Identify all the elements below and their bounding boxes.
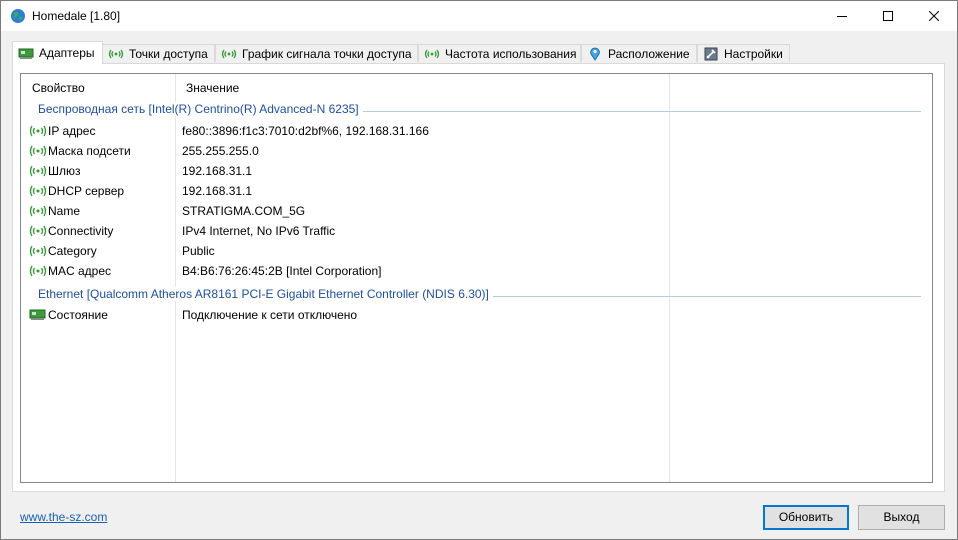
property-name: IP адрес (48, 124, 95, 138)
tab-label: Адаптеры (39, 46, 95, 60)
list-item[interactable]: Шлюз 192.168.31.1 (21, 161, 932, 181)
property-value: Подключение к сети отключено (182, 308, 357, 322)
property-name: Name (48, 204, 80, 218)
property-name: Состояние (48, 308, 108, 322)
exit-button[interactable]: Выход (858, 505, 945, 530)
property-name: Шлюз (48, 164, 81, 178)
list-item[interactable]: DHCP сервер 192.168.31.1 (21, 181, 932, 201)
property-name: Маска подсети (48, 144, 131, 158)
signal-icon (108, 47, 124, 61)
maximize-icon (883, 11, 893, 21)
tab-label: Настройки (724, 47, 783, 61)
list-item[interactable]: Маска подсети 255.255.255.0 (21, 141, 932, 161)
list-item[interactable]: Connectivity IPv4 Internet, No IPv6 Traf… (21, 221, 932, 241)
network-card-icon (29, 308, 47, 322)
group-header-wireless[interactable]: Беспроводная сеть [Intel(R) Centrino(R) … (21, 100, 932, 120)
tab-label: Точки доступа (129, 47, 208, 61)
property-name: DHCP сервер (48, 184, 124, 198)
website-link[interactable]: www.the-sz.com (20, 510, 107, 524)
group-header-ethernet[interactable]: Ethernet [Qualcomm Atheros AR8161 PCI-E … (21, 285, 932, 305)
signal-icon (221, 47, 237, 61)
minimize-icon (837, 11, 847, 21)
signal-icon (29, 124, 47, 138)
window-title: Homedale [1.80] (32, 9, 120, 23)
globe-icon (10, 8, 26, 24)
app-window: Homedale [1.80] Адаптеры Точки доступа (0, 0, 958, 540)
property-value: 192.168.31.1 (182, 164, 252, 178)
list-item[interactable]: Name STRATIGMA.COM_5G (21, 201, 932, 221)
signal-icon (29, 204, 47, 218)
property-name: Category (48, 244, 97, 258)
close-icon (929, 11, 939, 21)
minimize-button[interactable] (819, 1, 865, 31)
tab-settings[interactable]: Настройки (697, 44, 790, 62)
tab-signal-graph[interactable]: График сигнала точки доступа (215, 44, 418, 62)
group-divider (481, 296, 921, 297)
signal-icon (424, 47, 440, 61)
property-value: Public (182, 244, 215, 258)
tab-adapters[interactable]: Адаптеры (12, 41, 103, 64)
maximize-button[interactable] (865, 1, 911, 31)
property-value: fe80::3896:f1c3:7010:d2bf%6, 192.168.31.… (182, 124, 429, 138)
tab-label: Расположение (608, 47, 690, 61)
settings-icon (703, 47, 719, 61)
signal-icon (29, 144, 47, 158)
adapter-properties-list[interactable]: Свойство Значение Беспроводная сеть [Int… (20, 73, 933, 483)
tab-location[interactable]: Расположение (581, 44, 697, 62)
list-item[interactable]: Category Public (21, 241, 932, 261)
signal-icon (29, 244, 47, 258)
signal-icon (29, 224, 47, 238)
signal-icon (29, 184, 47, 198)
property-name: Connectivity (48, 224, 113, 238)
group-divider (361, 111, 921, 112)
network-card-icon (18, 46, 34, 60)
location-pin-icon (587, 47, 603, 61)
signal-icon (29, 264, 47, 278)
list-header: Свойство Значение (21, 74, 932, 102)
tab-access-points[interactable]: Точки доступа (102, 44, 215, 62)
group-title: Беспроводная сеть [Intel(R) Centrino(R) … (38, 102, 363, 116)
property-name: MAC адрес (48, 264, 111, 278)
property-value: IPv4 Internet, No IPv6 Traffic (182, 224, 335, 238)
column-header-property[interactable]: Свойство (21, 74, 175, 101)
tab-frequency-usage[interactable]: Частота использования (418, 44, 581, 62)
close-button[interactable] (911, 1, 957, 31)
property-value: 255.255.255.0 (182, 144, 259, 158)
refresh-button[interactable]: Обновить (763, 505, 849, 530)
property-value: STRATIGMA.COM_5G (182, 204, 305, 218)
tab-label: График сигнала точки доступа (242, 47, 412, 61)
list-item[interactable]: MAC адрес B4:B6:76:26:45:2B [Intel Corpo… (21, 261, 932, 281)
list-item[interactable]: Состояние Подключение к сети отключено (21, 305, 932, 325)
tab-label: Частота использования (445, 47, 576, 61)
column-header-value[interactable]: Значение (175, 74, 669, 101)
list-item[interactable]: IP адрес fe80::3896:f1c3:7010:d2bf%6, 19… (21, 121, 932, 141)
group-title: Ethernet [Qualcomm Atheros AR8161 PCI-E … (38, 287, 493, 301)
property-value: B4:B6:76:26:45:2B [Intel Corporation] (182, 264, 381, 278)
signal-icon (29, 164, 47, 178)
title-bar: Homedale [1.80] (1, 1, 957, 31)
property-value: 192.168.31.1 (182, 184, 252, 198)
